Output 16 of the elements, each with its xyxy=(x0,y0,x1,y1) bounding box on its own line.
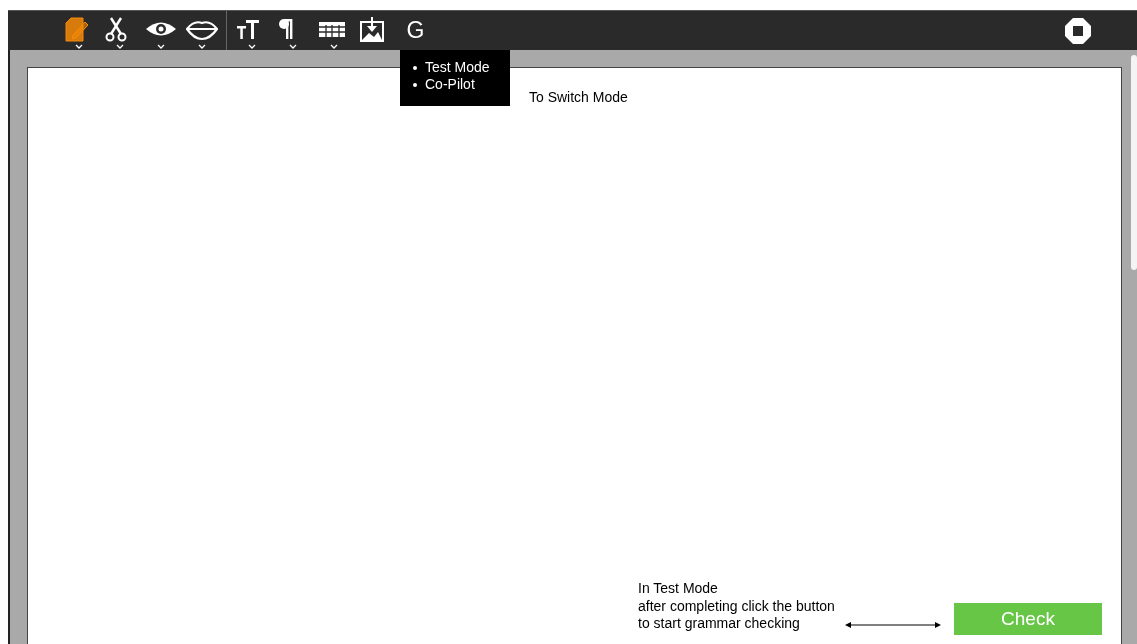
caret-icon[interactable] xyxy=(197,43,206,49)
caret-icon[interactable] xyxy=(247,43,256,49)
caret-icon[interactable] xyxy=(156,43,165,49)
menu-item[interactable]: Test Mode xyxy=(425,59,490,76)
stop-icon[interactable] xyxy=(1064,16,1092,45)
caret-icon[interactable] xyxy=(115,43,124,49)
caret-icon[interactable] xyxy=(74,43,83,49)
caret-icon[interactable] xyxy=(329,43,338,49)
bullet-icon xyxy=(413,82,417,87)
g-tool[interactable]: G xyxy=(406,16,425,43)
menu-item[interactable]: Co-Pilot xyxy=(425,76,475,93)
annotation-text: In Test Mode after completing click the button to start grammar checking xyxy=(638,580,835,633)
annotation-text: To Switch Mode xyxy=(529,89,628,105)
scrollbar-thumb[interactable] xyxy=(1131,55,1137,270)
bullet-icon xyxy=(413,65,417,70)
caret-icon[interactable] xyxy=(288,43,297,49)
